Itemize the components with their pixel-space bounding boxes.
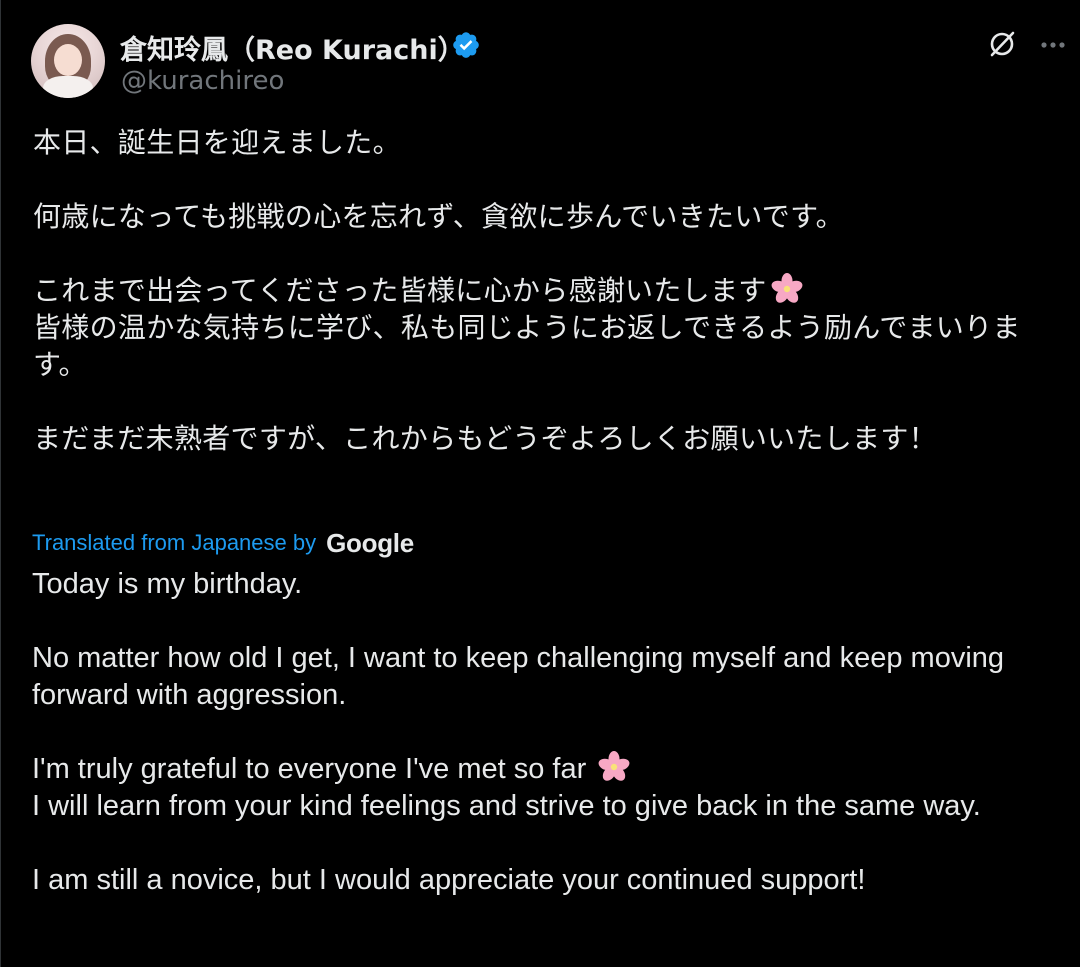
post-original-text: 本日、誕生日を迎えました。 何歳になっても挑戦の心を忘れず、貪欲に歩んでいきたい… xyxy=(33,124,1068,457)
avatar[interactable] xyxy=(31,24,105,98)
author-name[interactable]: 倉知玲鳳（Reo Kurachi） xyxy=(120,28,465,67)
original-paragraph: 本日、誕生日を迎えました。 xyxy=(33,126,401,159)
avatar-face xyxy=(54,44,82,76)
translation-label[interactable]: Translated from Japanese by xyxy=(32,530,316,556)
post-header: 倉知玲鳳（Reo Kurachi） @kurachireo xyxy=(31,22,1071,102)
original-paragraph: これまで出会ってくださった皆様に心から感謝いたします xyxy=(33,274,767,307)
translated-paragraph: I will learn from your kind feelings and… xyxy=(32,790,981,822)
avatar-body xyxy=(43,76,93,98)
grok-icon[interactable] xyxy=(986,28,1018,60)
translated-paragraph: I am still a novice, but I would appreci… xyxy=(32,864,866,896)
cherry-blossom-icon xyxy=(598,751,630,781)
cherry-blossom-icon xyxy=(771,273,802,303)
post-container: 倉知玲鳳（Reo Kurachi） @kurachireo 本日、誕生日を迎えま… xyxy=(0,0,1080,967)
original-paragraph: 皆様の温かな気持ちに学び、私も同じようにお返しできるよう励んでまいります。 xyxy=(33,311,1021,381)
translation-attribution: Translated from Japanese by Google xyxy=(32,526,414,560)
post-translated-text: Today is my birthday. No matter how old … xyxy=(32,566,1067,899)
google-logo: Google xyxy=(326,527,414,558)
verified-badge-icon xyxy=(453,32,479,58)
translated-paragraph: No matter how old I get, I want to keep … xyxy=(32,642,1013,711)
author-handle[interactable]: @kurachireo xyxy=(121,66,284,96)
translated-paragraph: Today is my birthday. xyxy=(32,568,303,600)
translated-paragraph: I'm truly grateful to everyone I've met … xyxy=(32,753,587,785)
original-paragraph: まだまだ未熟者ですが、これからもどうぞよろしくお願いいたします！ xyxy=(33,422,937,455)
original-paragraph: 何歳になっても挑戦の心を忘れず、貪欲に歩んでいきたいです。 xyxy=(33,200,844,233)
more-options-icon[interactable] xyxy=(1036,28,1070,62)
